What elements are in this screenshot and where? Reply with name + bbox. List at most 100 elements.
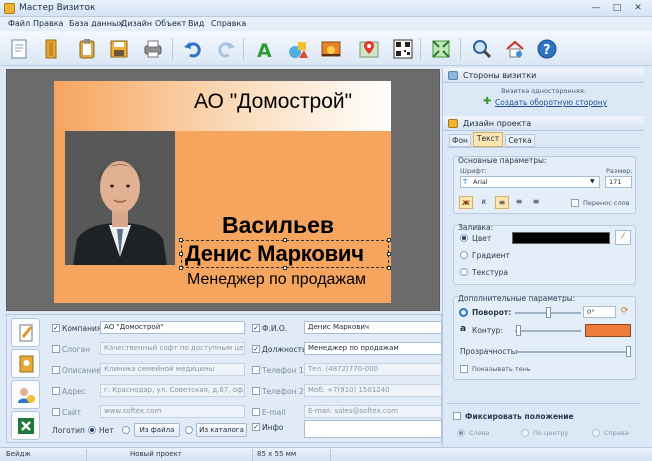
email-checkbox[interactable] — [252, 408, 260, 416]
outline-color-swatch[interactable] — [585, 324, 631, 337]
menu-view[interactable]: Вид — [188, 19, 204, 28]
card-photo[interactable] — [65, 131, 175, 265]
rotation-spinner[interactable]: 0° — [583, 306, 616, 318]
transparency-slider-track[interactable] — [515, 351, 631, 353]
maximize-button[interactable]: □ — [606, 1, 628, 15]
job-title-field[interactable]: Менеджер по продажам — [304, 342, 442, 355]
save-icon[interactable] — [106, 36, 132, 62]
open-icon[interactable] — [38, 36, 64, 62]
company-checkbox[interactable]: ✓ — [52, 324, 60, 332]
slogan-field[interactable]: Качественный софт по доступным ценам — [100, 342, 245, 355]
company-field[interactable]: АО "Домострой" — [100, 321, 245, 334]
resize-handle[interactable] — [179, 238, 183, 242]
chevron-down-icon[interactable]: ▼ — [590, 178, 595, 185]
fix-position-checkbox[interactable] — [453, 412, 461, 420]
phone1-checkbox[interactable] — [252, 366, 260, 374]
card-position[interactable]: Менеджер по продажам — [187, 271, 366, 289]
text-icon[interactable]: A — [251, 36, 277, 62]
bold-italic-button[interactable]: ж — [459, 196, 473, 209]
fill-color-radio[interactable] — [460, 234, 468, 242]
job-title-checkbox[interactable]: ✓ — [252, 345, 260, 353]
new-card-icon[interactable] — [6, 36, 32, 62]
business-card[interactable]: АО "Домострой" Васильев Денис Маркович М… — [54, 81, 391, 303]
user-contacts-button[interactable] — [11, 380, 40, 409]
print-icon[interactable] — [140, 36, 166, 62]
card-company-name[interactable]: АО "Домострой" — [194, 90, 352, 114]
description-field[interactable]: Клиника семейной медицины — [100, 363, 245, 376]
tab-text[interactable]: Текст — [473, 132, 503, 147]
home-icon[interactable] — [502, 36, 528, 62]
shapes-icon[interactable] — [285, 36, 311, 62]
menu-design[interactable]: Дизайн — [121, 19, 152, 28]
help-icon[interactable]: ? — [534, 36, 560, 62]
fio-checkbox[interactable]: ✓ — [252, 324, 260, 332]
info-field[interactable] — [304, 420, 442, 438]
fill-color-swatch[interactable] — [512, 232, 610, 244]
logo-catalog-radio[interactable] — [185, 426, 193, 434]
outline-slider-thumb[interactable] — [516, 325, 521, 336]
align-center-radio[interactable] — [521, 429, 529, 437]
clipboard-icon[interactable] — [74, 36, 100, 62]
align-right-button[interactable]: ≡ — [529, 196, 543, 209]
resize-handle[interactable] — [179, 252, 183, 256]
logo-from-file-button[interactable]: Из файла — [134, 423, 180, 437]
create-back-side-link[interactable]: Создать оборотную сторону — [495, 98, 607, 107]
card-full-name[interactable]: Денис Маркович — [185, 241, 364, 267]
menu-database[interactable]: База данных — [69, 19, 123, 28]
map-icon[interactable] — [356, 36, 382, 62]
align-left-radio[interactable] — [457, 429, 465, 437]
resize-handle[interactable] — [387, 252, 391, 256]
logo-from-catalog-button[interactable]: Из каталога — [196, 423, 247, 437]
rotation-slider-thumb[interactable] — [546, 307, 551, 318]
logo-none-radio[interactable] — [88, 426, 96, 434]
image-icon[interactable] — [318, 36, 344, 62]
menu-object[interactable]: Объект — [155, 19, 186, 28]
size-spinner[interactable]: 171 — [605, 176, 632, 188]
close-button[interactable]: ✕ — [627, 1, 649, 15]
align-right-radio[interactable] — [592, 429, 600, 437]
phone2-field[interactable]: Моб. +7(910) 1501240 — [304, 384, 442, 397]
resize-handle[interactable] — [387, 238, 391, 242]
phone1-field[interactable]: Тел. (4872)770-000 — [304, 363, 442, 376]
tab-background[interactable]: Фон — [449, 134, 471, 147]
tab-grid[interactable]: Сетка — [505, 134, 535, 147]
address-field[interactable]: г. Краснодар, ул. Советская, д.67, оф.30… — [100, 384, 245, 397]
eyedropper-icon[interactable]: ⁄ — [615, 230, 631, 245]
redo-icon[interactable] — [213, 36, 239, 62]
resize-handle[interactable] — [387, 266, 391, 270]
undo-icon[interactable] — [180, 36, 206, 62]
fit-icon[interactable] — [428, 36, 454, 62]
website-field[interactable]: www.softex.com — [100, 405, 245, 418]
description-checkbox[interactable] — [52, 366, 60, 374]
address-book-button[interactable] — [11, 349, 40, 378]
fill-gradient-radio[interactable] — [460, 251, 468, 259]
align-left-button[interactable]: ≡ — [495, 196, 509, 209]
design-section-header[interactable]: Дизайн проекта — [443, 116, 644, 131]
outline-slider-track[interactable] — [515, 330, 581, 332]
card-surname[interactable]: Васильев — [222, 212, 334, 239]
word-wrap-checkbox[interactable] — [571, 199, 579, 207]
edit-text-button[interactable] — [11, 318, 40, 347]
reset-rotation-icon[interactable]: ⟳ — [621, 306, 629, 316]
excel-import-button[interactable] — [11, 411, 40, 440]
align-center-button[interactable]: ≡ — [512, 196, 526, 209]
fill-texture-radio[interactable] — [460, 268, 468, 276]
font-select[interactable]: Arial — [460, 176, 600, 188]
sides-section-header[interactable]: Стороны визитки — [443, 68, 644, 83]
menu-help[interactable]: Справка — [211, 19, 246, 28]
italic-button[interactable]: к — [477, 196, 491, 209]
resize-handle[interactable] — [179, 266, 183, 270]
slogan-checkbox[interactable] — [52, 345, 60, 353]
email-field[interactable]: E-mail: sales@softex.com — [304, 405, 442, 418]
logo-file-radio[interactable] — [122, 426, 130, 434]
show-shadow-checkbox[interactable] — [460, 365, 468, 373]
transparency-slider-thumb[interactable] — [626, 346, 631, 357]
address-checkbox[interactable] — [52, 387, 60, 395]
qr-code-icon[interactable] — [390, 36, 416, 62]
website-checkbox[interactable] — [52, 408, 60, 416]
menu-file[interactable]: Файл — [8, 19, 30, 28]
zoom-icon[interactable] — [469, 36, 495, 62]
menu-edit[interactable]: Правка — [33, 19, 63, 28]
minimize-button[interactable]: — — [585, 1, 607, 15]
phone2-checkbox[interactable] — [252, 387, 260, 395]
